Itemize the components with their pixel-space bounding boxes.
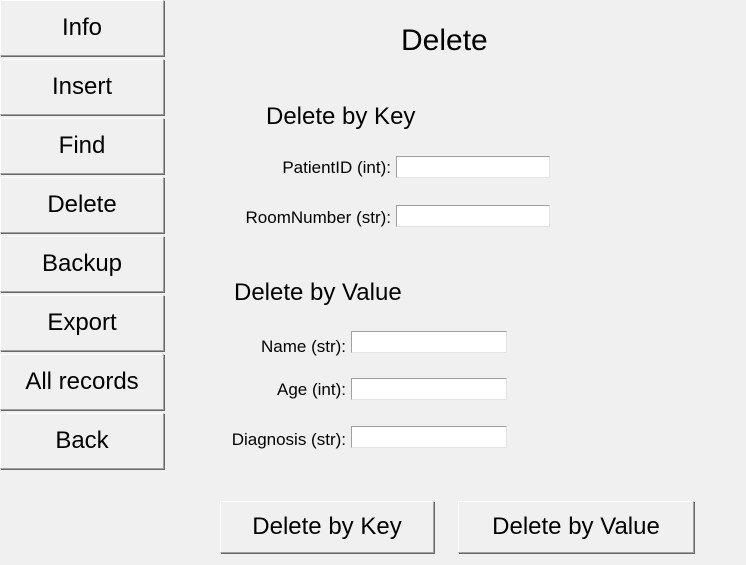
diagnosis-label: Diagnosis (str): (231, 430, 346, 449)
age-input[interactable] (351, 378, 507, 400)
patient-id-label: PatientID (int): (282, 158, 391, 177)
sidebar-item-all-records[interactable]: All records (0, 354, 164, 410)
room-number-input[interactable] (396, 205, 550, 227)
name-label: Name (str): (261, 337, 346, 356)
sidebar-item-info[interactable]: Info (0, 0, 164, 56)
age-label: Age (int): (277, 380, 346, 399)
sidebar-item-find[interactable]: Find (0, 118, 164, 174)
delete-by-key-button[interactable]: Delete by Key (220, 501, 434, 553)
delete-by-value-button[interactable]: Delete by Value (458, 501, 694, 553)
sidebar-item-delete[interactable]: Delete (0, 177, 164, 233)
room-number-label: RoomNumber (str): (245, 208, 391, 227)
page-title: Delete (401, 24, 488, 57)
delete-by-key-heading: Delete by Key (266, 103, 416, 130)
sidebar-item-insert[interactable]: Insert (0, 59, 164, 115)
sidebar-item-back[interactable]: Back (0, 413, 164, 469)
sidebar-item-backup[interactable]: Backup (0, 236, 164, 292)
sidebar-item-export[interactable]: Export (0, 295, 164, 351)
delete-by-value-heading: Delete by Value (234, 279, 402, 306)
name-input[interactable] (351, 331, 507, 353)
patient-id-input[interactable] (396, 156, 550, 178)
diagnosis-input[interactable] (351, 426, 507, 448)
